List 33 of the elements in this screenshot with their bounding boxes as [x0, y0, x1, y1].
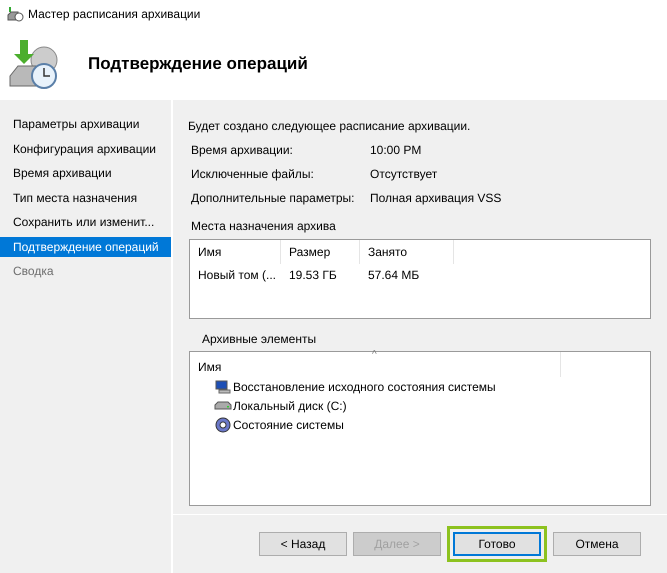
summary-label: Дополнительные параметры:: [191, 190, 356, 207]
table-cell-text: 19.53 ГБ: [288, 267, 338, 284]
backup-icon: [6, 6, 24, 22]
step-item[interactable]: Подтверждение операций: [0, 236, 171, 257]
table-cell-text: 57.64 МБ: [367, 267, 420, 284]
archive-item[interactable]: Локальный диск (C:): [233, 396, 347, 414]
archive-item[interactable]: Восстановление исходного состояния системы: [233, 378, 496, 396]
wizard-button[interactable]: < Назад: [259, 532, 347, 556]
summary-value: Отсутствует: [370, 166, 438, 183]
window-title: Мастер расписания архивации: [28, 6, 200, 23]
step-item[interactable]: Время архивации: [0, 163, 171, 184]
column-header[interactable]: Имя ^: [190, 352, 561, 377]
step-item[interactable]: Конфигурация архивации: [0, 138, 171, 159]
column-header[interactable]: Размер: [281, 240, 360, 264]
column-header[interactable]: Имя: [190, 240, 281, 264]
computer-icon: [215, 380, 231, 394]
section-title: Места назначения архива: [190, 218, 337, 235]
step-item[interactable]: Сохранить или изменит...: [0, 212, 171, 232]
summary-label: Исключенные файлы:: [191, 166, 315, 183]
drive-icon: [214, 400, 232, 410]
intro-text: Будет создано следующее расписание архивации.: [188, 118, 472, 135]
summary-value: Полная архивация VSS: [370, 190, 502, 207]
table-cell-text: Новый том (...: [197, 267, 277, 284]
section-title: Архивные элементы: [201, 331, 318, 348]
wizard-button[interactable]: Готово: [453, 532, 541, 556]
archive-item[interactable]: Состояние системы: [233, 416, 344, 434]
summary-value: 10:00 PM: [370, 142, 422, 159]
step-item[interactable]: Параметры архивации: [0, 114, 171, 134]
wizard-button[interactable]: Отмена: [553, 532, 641, 556]
page-title: Подтверждение операций: [88, 53, 308, 76]
column-header[interactable]: Занято: [360, 240, 454, 264]
summary-label: Время архивации:: [191, 142, 294, 159]
step-item[interactable]: Тип места назначения: [0, 188, 171, 208]
